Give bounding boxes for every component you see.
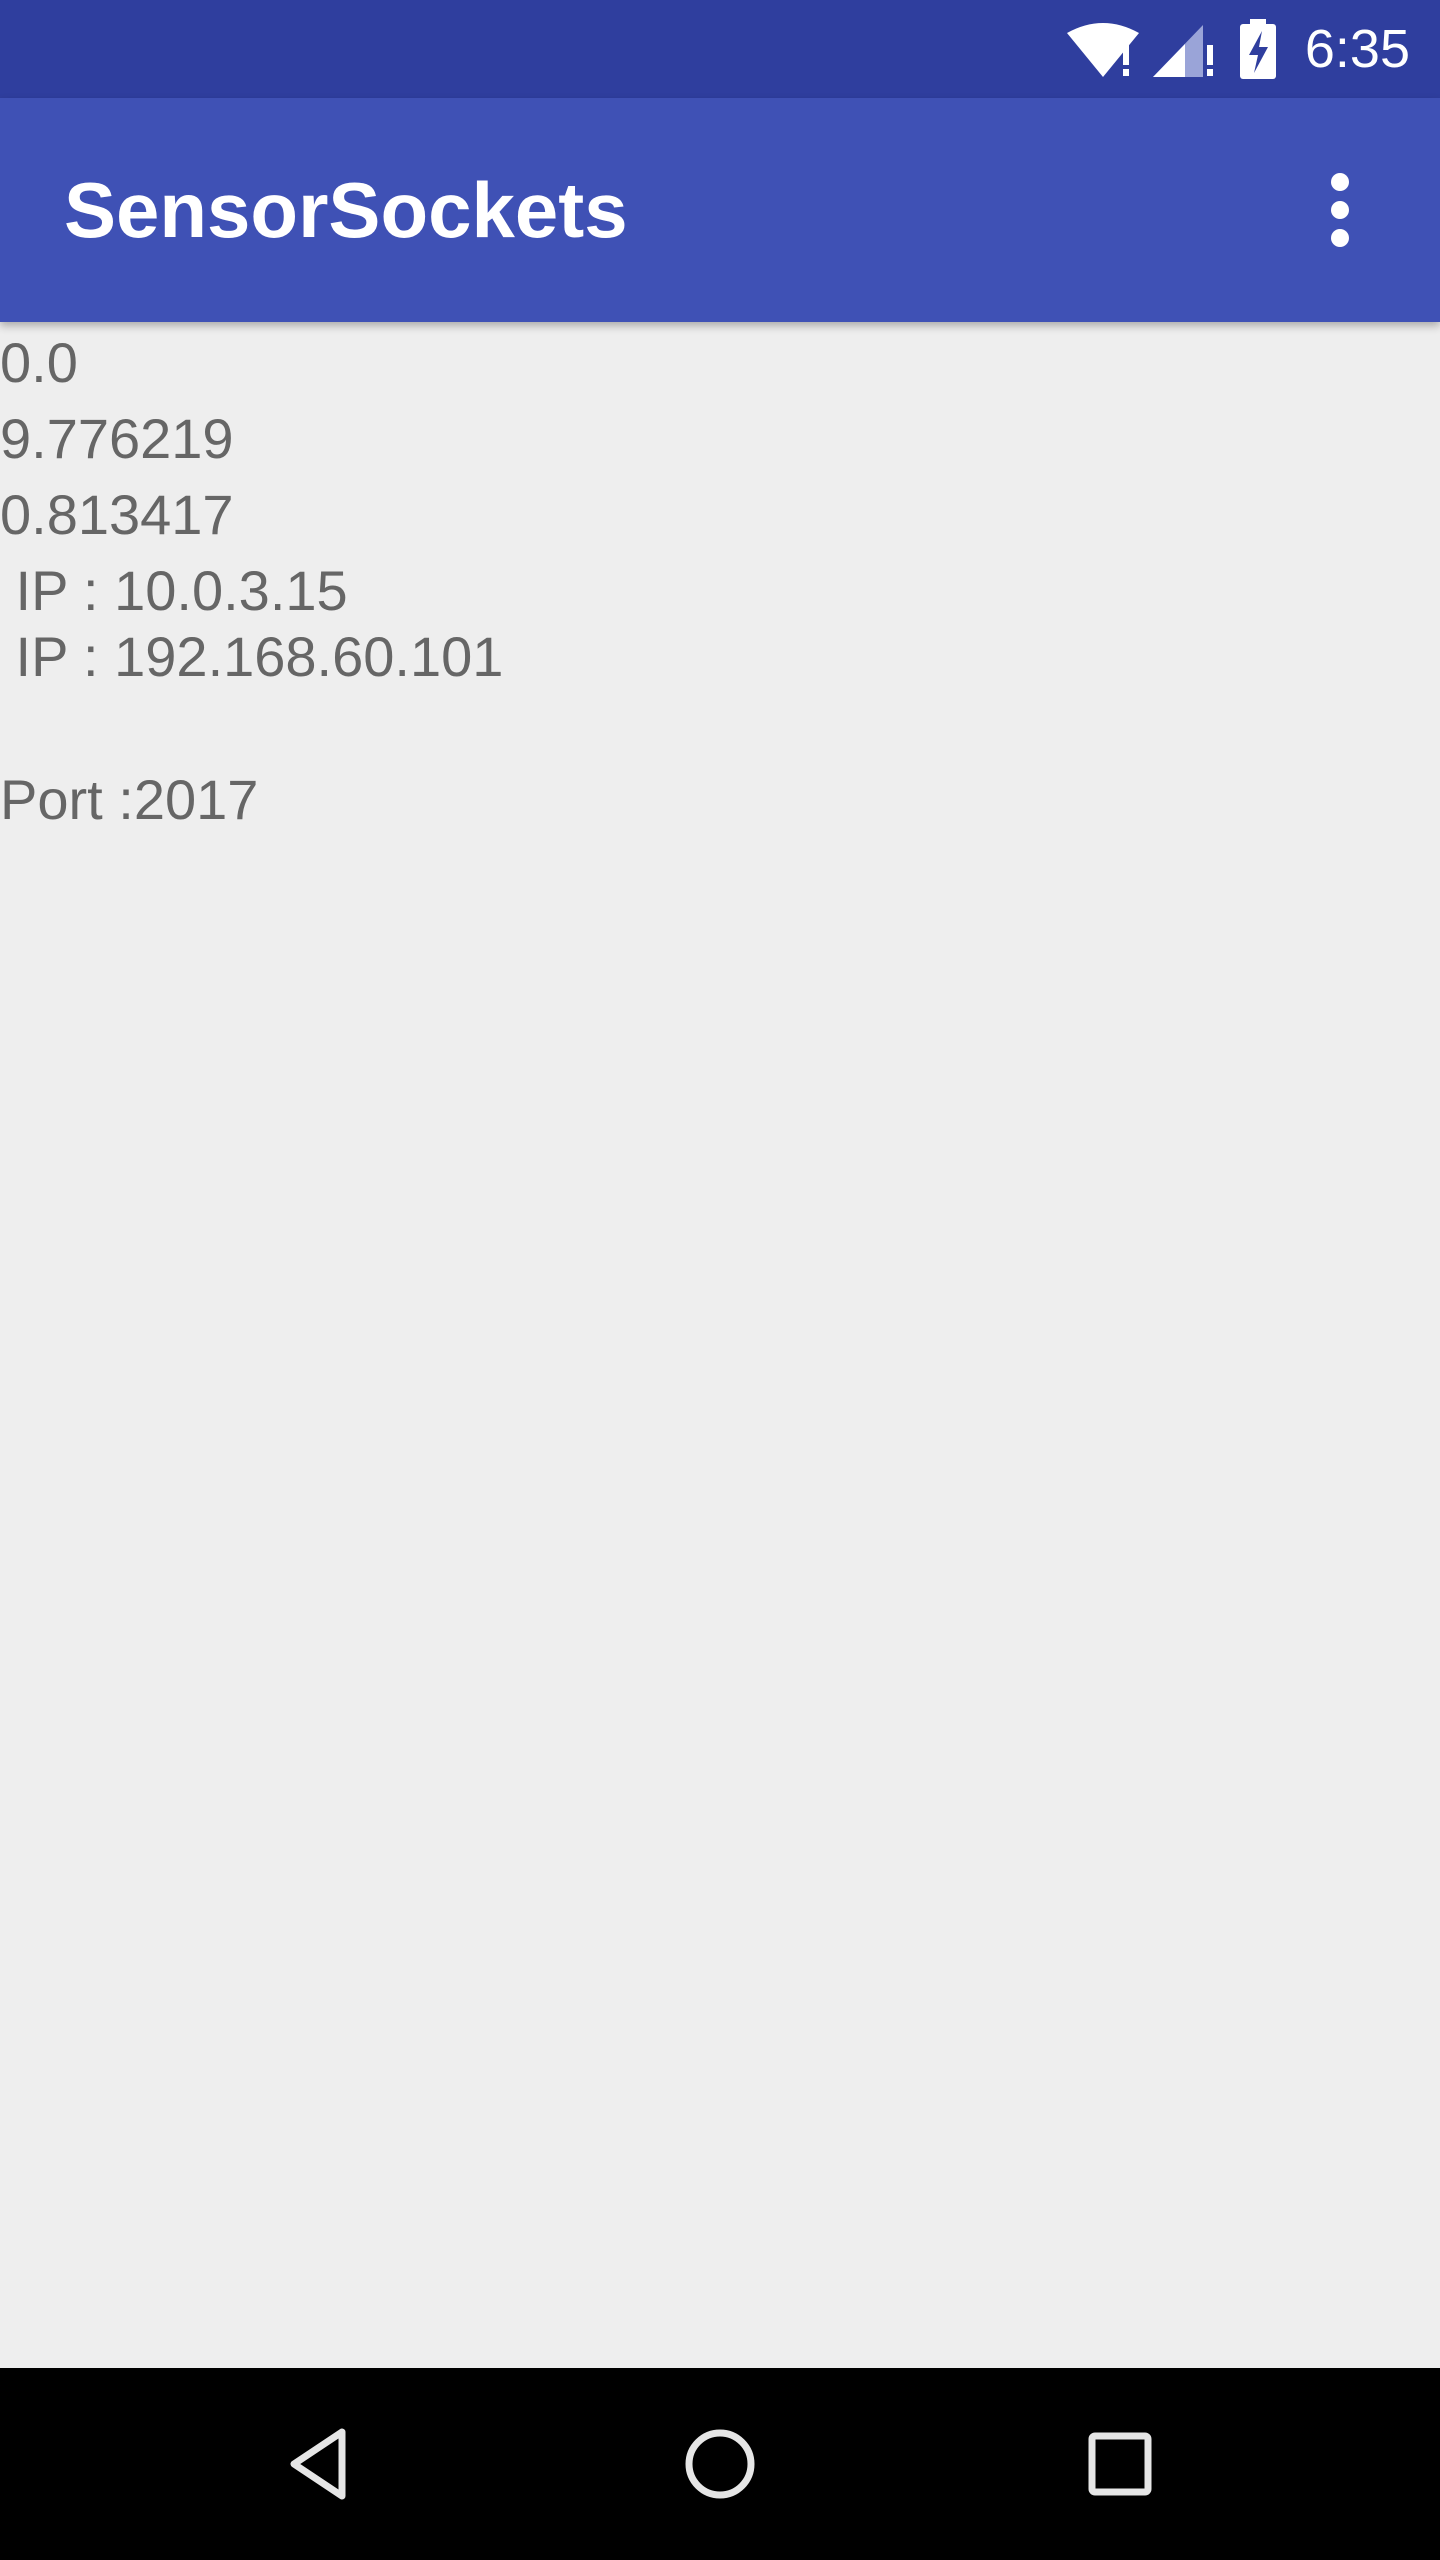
sensor-value-z: 0.813417	[0, 483, 234, 546]
wifi-alert-icon	[1066, 23, 1139, 77]
status-bar: 6:35	[0, 0, 1440, 98]
status-time: 6:35	[1304, 19, 1410, 79]
navigation-bar	[0, 2368, 1440, 2560]
app-title: SensorSockets	[64, 166, 628, 254]
sensor-value-y: 9.776219	[0, 407, 234, 470]
more-options-button[interactable]	[1280, 150, 1400, 270]
status-icons: 6:35	[1065, 0, 1410, 98]
recents-button[interactable]	[1060, 2404, 1180, 2524]
sensor-value-x: 0.0	[0, 331, 78, 394]
home-icon	[685, 2429, 755, 2499]
back-button[interactable]	[260, 2404, 380, 2524]
app-bar: SensorSockets	[0, 98, 1440, 322]
battery-charging-icon	[1239, 19, 1276, 79]
more-vert-icon	[1331, 168, 1349, 252]
recents-icon	[1088, 2432, 1152, 2496]
port-label: Port :2017	[0, 768, 259, 831]
cell-signal-alert-icon	[1152, 25, 1213, 77]
screen: 6:35 SensorSockets 0.0 9.776219 0.813417…	[0, 0, 1440, 2560]
ip-address-2: IP : 192.168.60.101	[0, 625, 504, 688]
ip-address-1: IP : 10.0.3.15	[0, 559, 348, 622]
back-icon	[290, 2428, 346, 2500]
home-button[interactable]	[660, 2404, 780, 2524]
